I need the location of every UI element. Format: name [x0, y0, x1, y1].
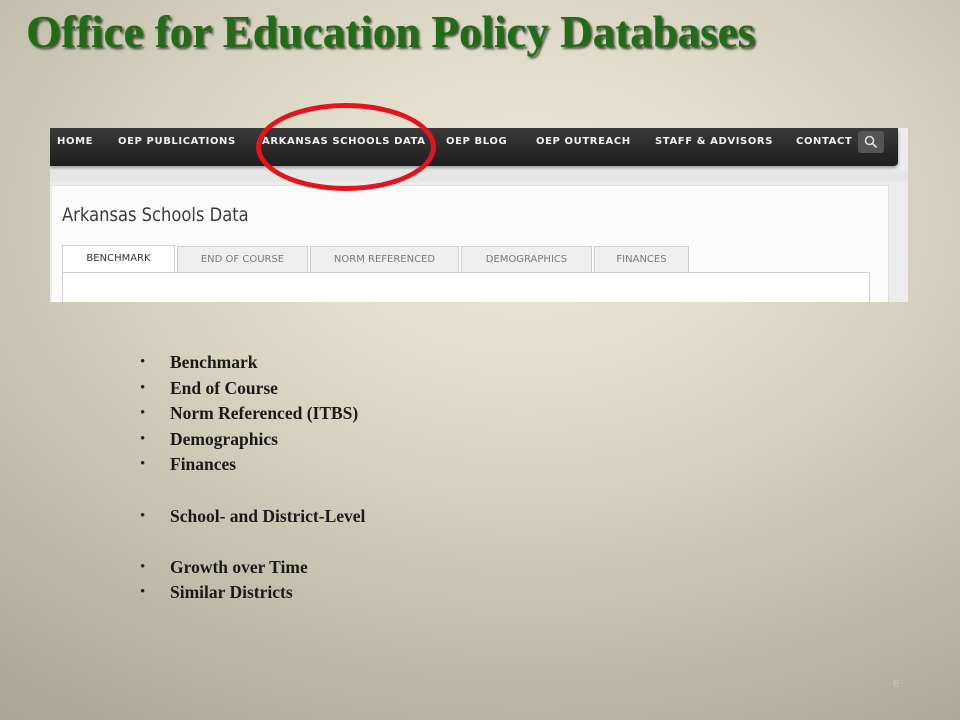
tab-norm-referenced[interactable]: NORM REFERENCED	[310, 246, 459, 272]
highlight-circle	[256, 103, 436, 191]
bullet-item: Growth over Time	[140, 555, 365, 581]
nav-staff-advisors[interactable]: STAFF & ADVISORS	[655, 128, 773, 156]
bullet-item: End of Course	[140, 376, 365, 402]
bullet-item: School- and District-Level	[140, 504, 365, 530]
nav-home[interactable]: HOME	[57, 128, 93, 156]
tab-finances[interactable]: FINANCES	[594, 246, 689, 272]
tab-end-of-course[interactable]: END OF COURSE	[177, 246, 308, 272]
slide-title: Office for Education Policy Databases	[26, 7, 756, 57]
navbar-underline-strip	[50, 170, 908, 182]
bullet-item: Norm Referenced (ITBS)	[140, 401, 365, 427]
site-navbar: HOME OEP PUBLICATIONS ARKANSAS SCHOOLS D…	[50, 128, 898, 166]
bullet-list: Benchmark End of Course Norm Referenced …	[140, 350, 365, 606]
nav-oep-publications[interactable]: OEP PUBLICATIONS	[118, 128, 236, 156]
website-screenshot: HOME OEP PUBLICATIONS ARKANSAS SCHOOLS D…	[50, 128, 908, 302]
slide-number: 6	[893, 678, 900, 690]
nav-oep-blog[interactable]: OEP BLOG	[446, 128, 507, 156]
bullet-item: Finances	[140, 452, 365, 478]
bullet-item: Benchmark	[140, 350, 365, 376]
tab-benchmark[interactable]: BENCHMARK	[62, 245, 175, 273]
nav-contact[interactable]: CONTACT	[796, 128, 852, 156]
tab-demographics[interactable]: DEMOGRAPHICS	[461, 246, 592, 272]
content-panel: Arkansas Schools Data BENCHMARK END OF C…	[52, 185, 889, 302]
bullet-item: Similar Districts	[140, 580, 365, 606]
nav-search-button[interactable]	[858, 131, 884, 153]
nav-oep-outreach[interactable]: OEP OUTREACH	[536, 128, 631, 156]
page-heading: Arkansas Schools Data	[62, 204, 249, 226]
search-icon	[864, 135, 878, 149]
bullet-item: Demographics	[140, 427, 365, 453]
tab-content-area	[62, 272, 870, 302]
